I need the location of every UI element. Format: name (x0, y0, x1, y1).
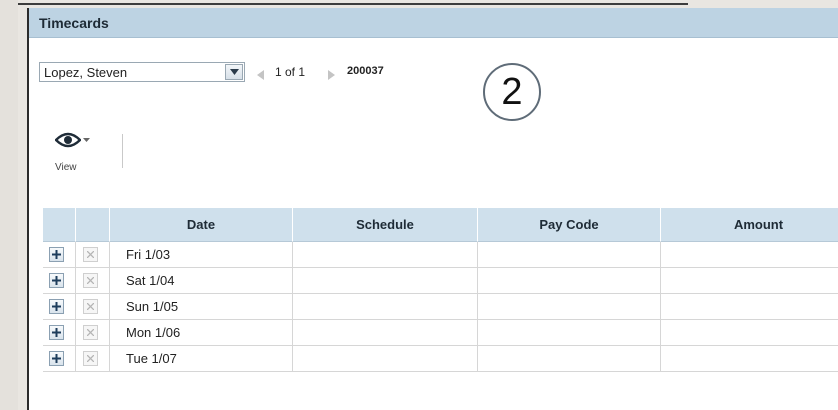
view-button[interactable]: View (51, 128, 103, 178)
amount-cell[interactable] (661, 294, 838, 320)
add-cell (43, 346, 76, 372)
delete-row-button[interactable] (83, 351, 98, 366)
timecards-window: Timecards Lopez, Steven 1 of 1 200037 2 … (27, 8, 838, 410)
schedule-cell[interactable] (293, 294, 478, 320)
schedule-cell[interactable] (293, 320, 478, 346)
date-cell: Sat 1/04 (110, 268, 293, 294)
pay-code-cell[interactable] (478, 242, 661, 268)
employee-id: 200037 (347, 65, 384, 77)
next-employee-button[interactable] (328, 67, 335, 85)
amount-cell[interactable] (661, 268, 838, 294)
add-cell (43, 242, 76, 268)
dropdown-button[interactable] (225, 64, 243, 80)
x-icon (87, 303, 94, 310)
chevron-down-icon (230, 69, 239, 75)
add-row-button[interactable] (49, 351, 64, 366)
amount-cell[interactable] (661, 320, 838, 346)
delete-row-button[interactable] (83, 247, 98, 262)
view-label: View (55, 162, 77, 173)
delete-cell (76, 346, 110, 372)
eye-icon (55, 132, 81, 148)
delete-row-button[interactable] (83, 299, 98, 314)
column-header-amount[interactable]: Amount (661, 208, 838, 242)
pay-code-cell[interactable] (478, 320, 661, 346)
date-cell: Mon 1/06 (110, 320, 293, 346)
delete-cell (76, 242, 110, 268)
header-delete-column (76, 208, 110, 242)
chevron-down-icon (83, 138, 90, 142)
pay-code-cell[interactable] (478, 268, 661, 294)
plus-icon (52, 302, 61, 311)
employee-select[interactable]: Lopez, Steven (39, 62, 245, 82)
date-cell: Fri 1/03 (110, 242, 293, 268)
delete-row-button[interactable] (83, 325, 98, 340)
column-header-pay-code[interactable]: Pay Code (478, 208, 661, 242)
plus-icon (52, 328, 61, 337)
amount-cell[interactable] (661, 242, 838, 268)
pager-text: 1 of 1 (275, 65, 306, 79)
x-icon (87, 355, 94, 362)
title-bar: Timecards (29, 8, 838, 38)
x-icon (87, 251, 94, 258)
window-top-border (18, 0, 688, 5)
plus-icon (52, 276, 61, 285)
toolbar-separator (122, 134, 123, 168)
add-cell (43, 320, 76, 346)
column-header-schedule[interactable]: Schedule (293, 208, 478, 242)
add-row-button[interactable] (49, 273, 64, 288)
pay-code-cell[interactable] (478, 294, 661, 320)
add-cell (43, 294, 76, 320)
schedule-cell[interactable] (293, 346, 478, 372)
amount-cell[interactable] (661, 346, 838, 372)
x-icon (87, 277, 94, 284)
add-row-button[interactable] (49, 247, 64, 262)
date-cell: Sun 1/05 (110, 294, 293, 320)
pay-code-cell[interactable] (478, 346, 661, 372)
plus-icon (52, 250, 61, 259)
date-cell: Tue 1/07 (110, 346, 293, 372)
delete-cell (76, 320, 110, 346)
add-row-button[interactable] (49, 299, 64, 314)
triangle-left-icon (257, 70, 264, 80)
schedule-cell[interactable] (293, 268, 478, 294)
header-add-column (43, 208, 76, 242)
previous-employee-button[interactable] (257, 67, 264, 85)
delete-row-button[interactable] (83, 273, 98, 288)
schedule-cell[interactable] (293, 242, 478, 268)
add-cell (43, 268, 76, 294)
column-header-date[interactable]: Date (110, 208, 293, 242)
delete-cell (76, 268, 110, 294)
step-badge: 2 (483, 63, 541, 121)
employee-select-value: Lopez, Steven (44, 65, 128, 80)
delete-cell (76, 294, 110, 320)
x-icon (87, 329, 94, 336)
window-title: Timecards (39, 15, 109, 31)
plus-icon (52, 354, 61, 363)
add-row-button[interactable] (49, 325, 64, 340)
desktop-edge (0, 0, 18, 410)
triangle-right-icon (328, 70, 335, 80)
